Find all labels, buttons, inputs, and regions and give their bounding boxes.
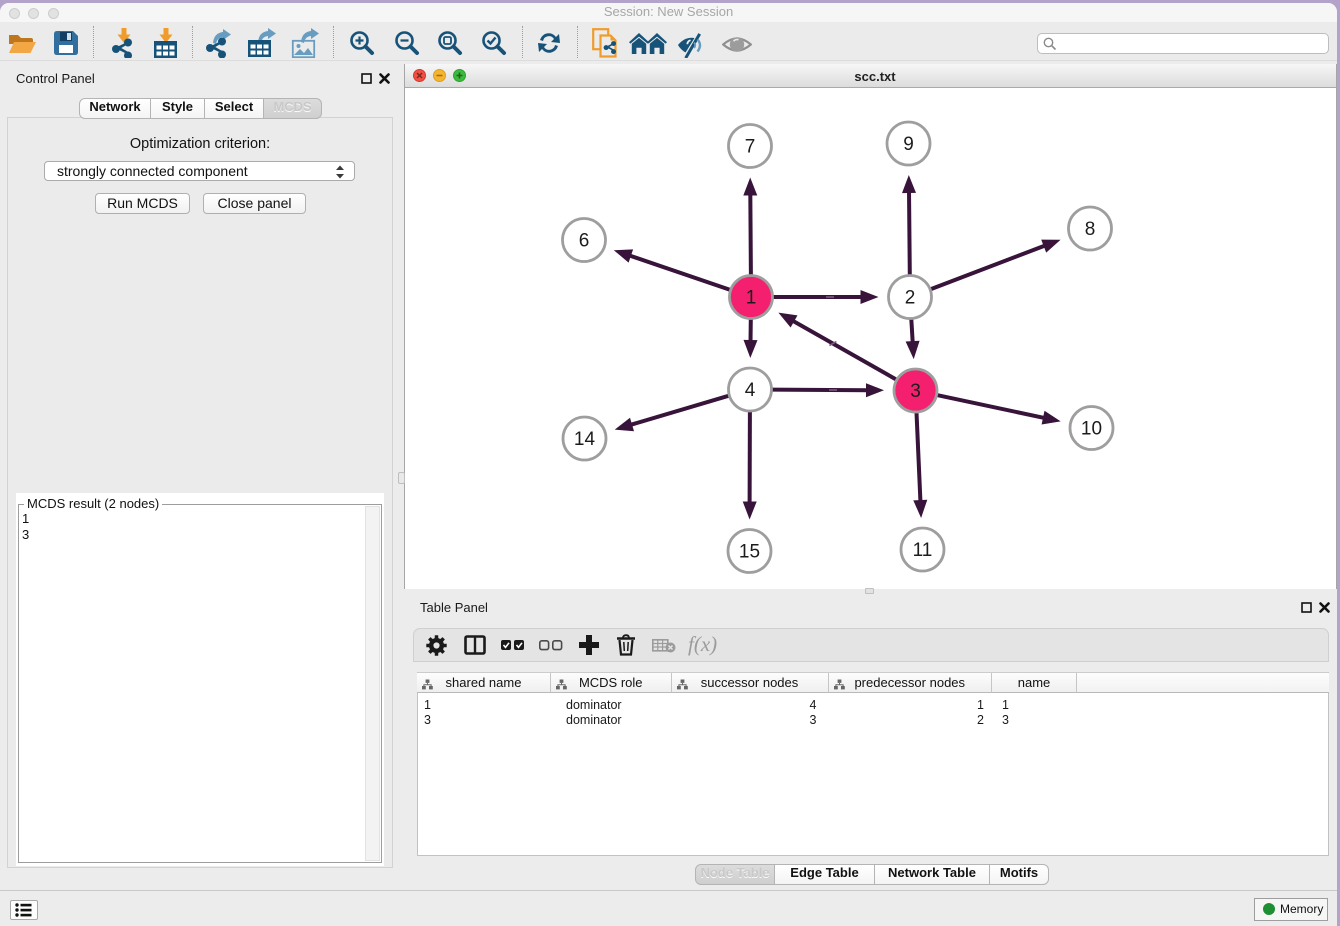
svg-text:7: 7 [745, 137, 756, 158]
svg-text:2: 2 [905, 288, 916, 309]
svg-text:3: 3 [910, 381, 921, 402]
svg-text:1: 1 [746, 288, 757, 309]
svg-text:11: 11 [913, 540, 933, 561]
svg-text:10: 10 [1081, 419, 1102, 440]
svg-text:8: 8 [1085, 219, 1096, 240]
svg-text:14: 14 [574, 429, 596, 450]
svg-text:4: 4 [745, 380, 756, 401]
svg-text:9: 9 [903, 134, 914, 155]
svg-text:6: 6 [579, 231, 590, 252]
svg-text:15: 15 [739, 542, 760, 563]
